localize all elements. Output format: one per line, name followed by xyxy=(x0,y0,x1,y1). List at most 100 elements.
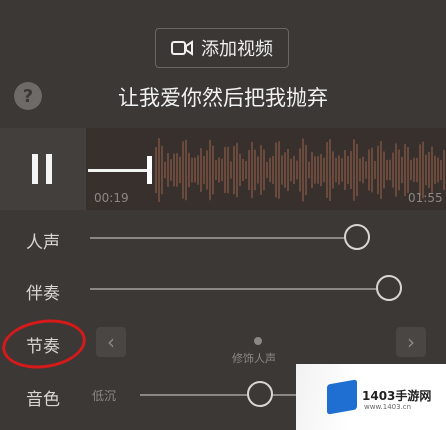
waveform-bar xyxy=(215,159,217,181)
waveform-bar xyxy=(224,146,226,194)
pause-icon[interactable] xyxy=(30,154,56,184)
waveform-bar xyxy=(377,145,379,195)
vocal-track[interactable] xyxy=(90,237,358,239)
waveform-bar xyxy=(347,155,349,185)
waveform-bar xyxy=(419,144,421,196)
waveform-bar xyxy=(254,149,256,191)
waveform-bar xyxy=(365,161,367,179)
waveform-bar xyxy=(164,161,166,179)
waveform-panel[interactable] xyxy=(86,128,446,210)
waveform-bar xyxy=(191,157,193,183)
waveform-bar xyxy=(209,139,211,201)
lyric-line: 让我爱你然后把我抛弃 xyxy=(118,86,328,110)
waveform-bar xyxy=(353,139,355,201)
waveform-bar xyxy=(299,148,301,192)
waveform-bar xyxy=(371,147,373,193)
waveform-bar xyxy=(176,153,178,187)
waveform-bar xyxy=(383,151,385,189)
waveform-bar xyxy=(323,157,325,183)
played-progress-line xyxy=(88,169,149,172)
waveform-bar xyxy=(320,153,322,187)
timbre-slider-knob[interactable] xyxy=(247,381,273,407)
waveform-bar xyxy=(368,149,370,191)
waveform-bar xyxy=(314,156,316,184)
timbre-label: 音色 xyxy=(26,390,60,410)
rhythm-next-button[interactable]: › xyxy=(396,327,426,357)
waveform-bar xyxy=(155,146,157,194)
waveform-bar xyxy=(344,149,346,191)
total-time: 01:55 xyxy=(408,191,443,205)
waveform-bar xyxy=(356,143,358,197)
waveform-bar xyxy=(437,157,439,183)
waveform-bar xyxy=(218,157,220,183)
waveform[interactable] xyxy=(86,128,446,210)
waveform-bar xyxy=(290,158,292,182)
waveform-bar xyxy=(308,161,310,179)
waveform-bar xyxy=(266,161,268,179)
waveform-bar xyxy=(398,149,400,191)
waveform-bar xyxy=(242,159,244,181)
add-video-button[interactable]: 添加视频 xyxy=(155,28,289,68)
vocal-slider-knob[interactable] xyxy=(344,224,370,250)
waveform-bar xyxy=(185,139,187,201)
waveform-bar xyxy=(425,154,427,186)
waveform-bar xyxy=(380,141,382,199)
red-annotation-circle xyxy=(0,314,89,374)
waveform-bar xyxy=(230,161,232,179)
chevron-left-icon: ‹ xyxy=(107,330,115,354)
waveform-bar xyxy=(221,158,223,182)
timbre-track[interactable] xyxy=(140,394,300,396)
waveform-bar xyxy=(272,156,274,184)
waveform-bar xyxy=(443,150,445,190)
playhead-cursor[interactable] xyxy=(147,156,152,184)
waveform-bar xyxy=(263,149,265,191)
waveform-bar xyxy=(305,144,307,196)
waveform-bar xyxy=(329,138,331,202)
waveform-bar xyxy=(269,157,271,183)
waveform-bar xyxy=(395,143,397,197)
waveform-bar xyxy=(296,160,298,180)
timbre-left-label: 低沉 xyxy=(92,389,117,403)
waveform-bar xyxy=(182,141,184,199)
waveform-bar xyxy=(359,158,361,182)
waveform-bar xyxy=(434,155,436,185)
waveform-bar xyxy=(302,138,304,202)
waveform-bar xyxy=(161,145,163,195)
waveform-bar xyxy=(170,159,172,181)
accompaniment-slider-knob[interactable] xyxy=(376,275,402,301)
waveform-bar xyxy=(407,147,409,193)
waveform-bar xyxy=(428,152,430,188)
waveform-bar xyxy=(362,156,364,184)
waveform-bar xyxy=(335,157,337,183)
waveform-bar xyxy=(194,157,196,183)
accompaniment-track[interactable] xyxy=(90,288,390,290)
waveform-bar xyxy=(158,138,160,202)
waveform-bar xyxy=(278,141,280,199)
waveform-bar xyxy=(431,146,433,194)
rhythm-indicator-dot xyxy=(254,337,262,345)
waveform-bar xyxy=(404,144,406,196)
waveform-bar xyxy=(341,158,343,182)
waveform-bar xyxy=(413,157,415,183)
waveform-bar xyxy=(293,156,295,184)
waveform-bar xyxy=(227,146,229,194)
waveform-bar xyxy=(260,145,262,195)
waveform-bar xyxy=(200,148,202,192)
add-video-label: 添加视频 xyxy=(201,39,273,60)
watermark-logo xyxy=(327,379,357,415)
chevron-right-icon: › xyxy=(407,330,415,354)
waveform-bar xyxy=(416,157,418,183)
waveform-bar xyxy=(422,141,424,199)
waveform-bar xyxy=(317,156,319,184)
waveform-bar xyxy=(401,156,403,184)
rhythm-prev-button[interactable]: ‹ xyxy=(96,327,126,357)
waveform-bar xyxy=(374,161,376,179)
waveform-bar xyxy=(257,156,259,184)
watermark-brand: 1403手游网 xyxy=(362,389,432,403)
accompaniment-label: 伴奏 xyxy=(26,284,60,304)
waveform-bar xyxy=(206,150,208,190)
waveform-bar xyxy=(281,155,283,185)
waveform-bar xyxy=(389,159,391,181)
waveform-bar xyxy=(233,145,235,195)
watermark-url: www.1403.cn xyxy=(364,403,412,411)
